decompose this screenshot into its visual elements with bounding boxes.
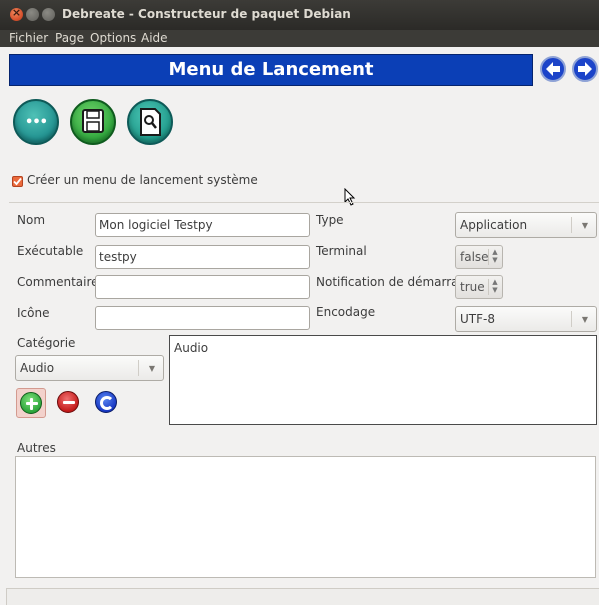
preview-icon: [140, 108, 161, 136]
divider: [138, 360, 139, 376]
close-icon: ×: [11, 6, 22, 19]
arrow-right-icon: [578, 62, 592, 76]
minus-icon: [57, 391, 79, 413]
divider: [488, 279, 489, 295]
window-title: Debreate - Constructeur de paquet Debian: [62, 7, 351, 21]
startup-notify-value: true: [460, 280, 485, 294]
icon-label: Icône: [17, 306, 50, 320]
menu-options[interactable]: Options: [90, 31, 136, 45]
minimize-window-button[interactable]: [26, 8, 39, 21]
chevron-down-icon: ▼: [148, 364, 155, 373]
separator: [9, 202, 599, 203]
mouse-cursor-icon: [344, 188, 356, 206]
create-launcher-checkbox[interactable]: [12, 176, 23, 187]
menu-page[interactable]: Page: [55, 31, 84, 45]
close-window-button[interactable]: ×: [10, 6, 23, 21]
clear-icon: [95, 391, 117, 413]
name-input[interactable]: Mon logiciel Testpy: [95, 213, 310, 237]
type-label: Type: [316, 213, 344, 227]
clear-categories-button[interactable]: [92, 388, 122, 418]
category-list-item[interactable]: Audio: [174, 341, 208, 355]
spin-arrows-icon: ▲ ▼: [492, 278, 498, 294]
category-value: Audio: [20, 361, 55, 375]
more-options-button[interactable]: •••: [13, 99, 59, 145]
category-label: Catégorie: [17, 336, 76, 350]
terminal-label: Terminal: [316, 244, 367, 258]
check-icon: [13, 177, 22, 186]
maximize-window-button[interactable]: [42, 8, 55, 21]
chevron-down-icon: ▼: [581, 315, 588, 324]
remove-category-button[interactable]: [54, 388, 84, 418]
save-button[interactable]: [70, 99, 116, 145]
other-label: Autres: [17, 441, 56, 455]
executable-label: Exécutable: [17, 244, 84, 258]
comments-label: Commentaires: [17, 275, 105, 289]
other-textarea[interactable]: [15, 456, 596, 578]
preview-button[interactable]: [127, 99, 173, 145]
divider: [571, 311, 572, 327]
category-list[interactable]: Audio: [169, 335, 597, 425]
save-icon: [82, 109, 104, 133]
type-value: Application: [460, 218, 528, 232]
divider: [488, 249, 489, 265]
arrow-left-icon: [546, 62, 560, 76]
icon-input[interactable]: [95, 306, 310, 330]
divider: [571, 217, 572, 233]
type-select[interactable]: Application ▼: [455, 212, 597, 238]
encoding-select[interactable]: UTF-8 ▼: [455, 306, 597, 332]
menu-aide[interactable]: Aide: [141, 31, 168, 45]
encoding-label: Encodage: [316, 305, 376, 319]
executable-input[interactable]: testpy: [95, 245, 310, 269]
add-category-button[interactable]: [16, 388, 46, 418]
page-header: Menu de Lancement: [9, 54, 533, 86]
menu-fichier[interactable]: Fichier: [9, 31, 48, 45]
startup-notify-label: Notification de démarrage: [316, 275, 474, 289]
more-options-icon: •••: [25, 115, 48, 130]
chevron-down-icon: ▼: [581, 221, 588, 230]
page-title: Menu de Lancement: [168, 59, 374, 80]
plus-icon: [20, 392, 42, 414]
name-label: Nom: [17, 213, 46, 227]
create-launcher-label: Créer un menu de lancement système: [27, 173, 258, 187]
status-bar: [6, 588, 599, 605]
menu-bar: Fichier Page Options Aide: [0, 30, 599, 47]
back-button[interactable]: [540, 56, 566, 82]
comments-input[interactable]: [95, 275, 310, 299]
title-bar: × Debreate - Constructeur de paquet Debi…: [0, 0, 599, 30]
terminal-value: false: [460, 250, 489, 264]
startup-notify-spinner[interactable]: true ▲ ▼: [455, 275, 503, 299]
spin-arrows-icon: ▲ ▼: [492, 248, 498, 264]
terminal-spinner[interactable]: false ▲ ▼: [455, 245, 503, 269]
forward-button[interactable]: [572, 56, 598, 82]
category-select[interactable]: Audio ▼: [15, 355, 164, 381]
encoding-value: UTF-8: [460, 312, 495, 326]
